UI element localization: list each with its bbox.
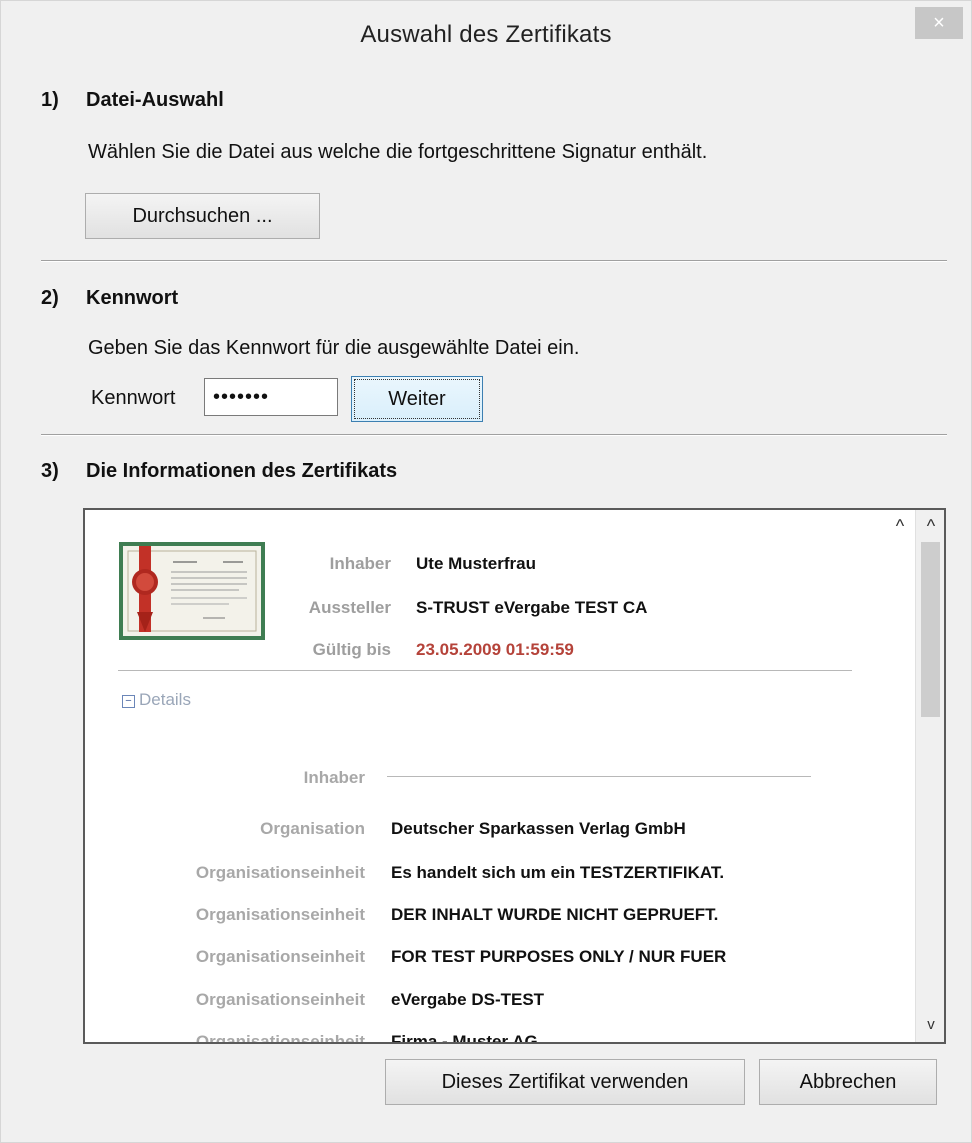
chevron-up-icon[interactable]: ^ <box>885 516 915 537</box>
details-toggle-label: Details <box>139 690 191 709</box>
next-button[interactable]: Weiter <box>351 376 483 422</box>
detail-label: Organisation <box>260 819 365 838</box>
summary-value: Ute Musterfrau <box>416 554 536 573</box>
section-title: Die Informationen des Zertifikats <box>86 460 398 482</box>
section-number: 3) <box>41 460 59 482</box>
scroll-down-arrow-icon[interactable]: v <box>916 1016 944 1033</box>
certificate-icon <box>119 542 265 640</box>
summary-divider <box>118 670 852 671</box>
separator <box>41 260 947 262</box>
section-title: Datei-Auswahl <box>86 89 224 111</box>
detail-label: Organisationseinheit <box>195 1032 365 1044</box>
detail-value: Es handelt sich um ein TESTZERTIFIKAT. <box>391 863 725 882</box>
section-file-selection-heading: 1) Datei-Auswahl <box>41 89 224 112</box>
group-divider <box>387 776 811 777</box>
use-certificate-button[interactable]: Dieses Zertifikat verwenden <box>385 1059 745 1105</box>
section-certificate-info-heading: 3) Die Informationen des Zertifikats <box>41 460 397 483</box>
section-number: 1) <box>41 89 59 111</box>
collapse-icon: − <box>122 695 135 708</box>
detail-value: FOR TEST PURPOSES ONLY / NUR FUER <box>391 947 727 966</box>
detail-value: Firma - Muster AG <box>391 1032 538 1044</box>
inner-scroll-column: ^ <box>885 510 915 1042</box>
certificate-dialog: Auswahl des Zertifikats × 1) Datei-Auswah… <box>0 0 972 1143</box>
detail-value: DER INHALT WURDE NICHT GEPRUEFT. <box>391 905 719 924</box>
certificate-info-panel[interactable]: Inhaber Ute Musterfrau Aussteller S-TRUS… <box>83 508 946 1044</box>
section-password-heading: 2) Kennwort <box>41 287 178 310</box>
summary-value: S-TRUST eVergabe TEST CA <box>416 598 648 617</box>
section-title: Kennwort <box>86 287 179 309</box>
summary-label: Aussteller <box>308 598 391 617</box>
password-description: Geben Sie das Kennwort für die ausgewähl… <box>88 337 580 359</box>
vertical-scrollbar[interactable]: ^ v <box>915 510 944 1042</box>
detail-value: eVergabe DS-TEST <box>391 990 545 1009</box>
detail-label: Organisationseinheit <box>195 863 365 882</box>
browse-button[interactable]: Durchsuchen ... <box>85 193 320 239</box>
detail-value: Deutscher Sparkassen Verlag GmbH <box>391 819 686 838</box>
details-toggle[interactable]: − Details <box>122 690 191 710</box>
scroll-up-arrow-icon[interactable]: ^ <box>916 516 944 537</box>
title-bar[interactable]: Auswahl des Zertifikats <box>1 1 971 77</box>
cancel-button[interactable]: Abbrechen <box>759 1059 937 1105</box>
window-title: Auswahl des Zertifikats <box>360 21 612 48</box>
close-icon: × <box>933 12 945 34</box>
detail-label: Organisationseinheit <box>195 947 365 966</box>
file-selection-description: Wählen Sie die Datei aus welche die fort… <box>88 141 708 163</box>
detail-label: Organisationseinheit <box>195 990 365 1009</box>
separator <box>41 434 947 436</box>
valid-until-value: 23.05.2009 01:59:59 <box>416 640 574 659</box>
password-field[interactable]: ••••••• <box>204 378 338 416</box>
section-number: 2) <box>41 287 59 309</box>
summary-label: Inhaber <box>329 554 391 573</box>
close-button[interactable]: × <box>915 7 963 39</box>
summary-label: Gültig bis <box>312 640 391 659</box>
group-heading: Inhaber <box>303 768 365 787</box>
scrollbar-thumb[interactable] <box>921 542 940 717</box>
password-label: Kennwort <box>91 387 176 409</box>
detail-label: Organisationseinheit <box>195 905 365 924</box>
